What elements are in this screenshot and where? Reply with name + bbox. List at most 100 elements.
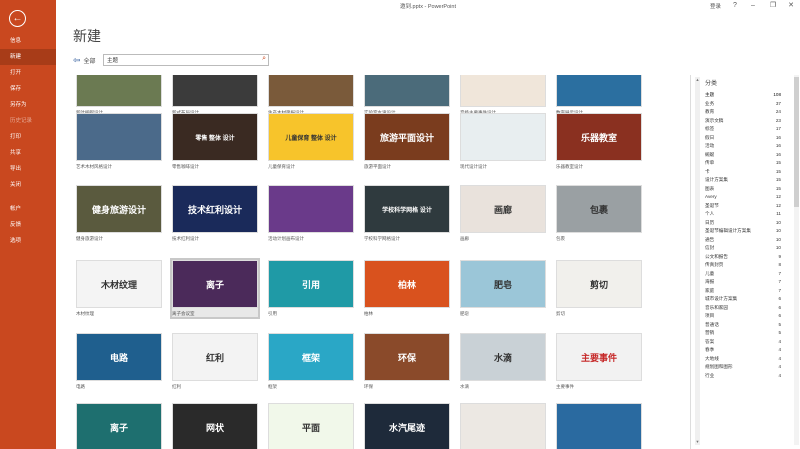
template-tile[interactable]: 艺术木材风格设计 xyxy=(76,113,162,170)
template-tile[interactable]: 健身旅游设计 健身旅游设计 xyxy=(76,185,162,242)
login-link[interactable]: 登录 xyxy=(710,2,721,10)
template-tile[interactable]: 柏林 柏林 xyxy=(364,260,450,317)
template-tile[interactable]: 肥皂 肥皂 xyxy=(460,260,546,317)
category-item[interactable]: Avery 12 xyxy=(705,194,781,203)
template-tile[interactable]: 框架 框架 xyxy=(268,333,354,390)
template-tile[interactable]: 引用 引用 xyxy=(268,260,354,317)
template-tile[interactable]: 电路 电路 xyxy=(76,333,162,390)
category-item[interactable]: 传真封页 8 xyxy=(705,262,781,271)
category-item[interactable]: 公文和报告 9 xyxy=(705,254,781,263)
template-tile[interactable]: 环保 环保 xyxy=(364,333,450,390)
template-tile[interactable]: 生产木材简报设计 xyxy=(268,75,354,116)
category-item[interactable]: 传单 15 xyxy=(705,160,781,169)
category-item[interactable]: 通告 10 xyxy=(705,237,781,246)
search-box[interactable]: ⌕ xyxy=(103,54,269,66)
template-tile[interactable]: 旅游平面设计 旅游平面设计 xyxy=(364,113,450,170)
category-item[interactable]: 普通话 5 xyxy=(705,322,781,331)
template-tile[interactable]: 离子 离子会议室 xyxy=(170,258,260,319)
sidebar-item[interactable]: 打开 xyxy=(0,65,56,81)
category-item[interactable]: 行业 4 xyxy=(705,373,781,382)
category-item[interactable]: 圣诞节 12 xyxy=(705,203,781,212)
category-item[interactable]: 营销 5 xyxy=(705,330,781,339)
template-tile[interactable]: 实验室水滴设计 xyxy=(364,75,450,116)
category-scrollbar[interactable]: ▲ ▼ xyxy=(695,77,700,445)
template-tile[interactable]: 红利 红利 xyxy=(172,333,258,390)
category-item[interactable]: 音乐和家园 6 xyxy=(705,305,781,314)
sidebar-item[interactable]: 打印 xyxy=(0,129,56,145)
search-input[interactable] xyxy=(104,55,250,65)
template-tile[interactable]: 水滴 水滴 xyxy=(460,333,546,390)
category-item[interactable]: 家庭 7 xyxy=(705,288,781,297)
category-count: 108 xyxy=(773,92,781,97)
template-tile[interactable]: 新叶蜿蜒设计 xyxy=(76,75,162,116)
back-icon[interactable]: ⇦ xyxy=(73,55,81,66)
all-templates-link[interactable]: 全部 xyxy=(84,56,96,65)
category-item[interactable]: 业务 37 xyxy=(705,101,781,110)
category-item[interactable]: 儿童 7 xyxy=(705,271,781,280)
sidebar-item[interactable]: 共享 xyxy=(0,145,56,161)
template-tile[interactable]: 乐器教室 乐器教室设计 xyxy=(556,113,642,170)
category-item[interactable]: 圣诞节编辑设计方案集 10 xyxy=(705,228,781,237)
sidebar-item[interactable]: 新建 xyxy=(0,49,56,65)
category-item[interactable]: 城市设计方案集 6 xyxy=(705,296,781,305)
template-tile[interactable]: 学校科学网格 设计 学校科学网格设计 xyxy=(364,185,450,242)
restore-icon[interactable]: ❐ xyxy=(766,1,780,11)
category-item[interactable]: 规划图和图形 4 xyxy=(705,364,781,373)
category-item[interactable]: 主题 108 xyxy=(705,92,781,101)
template-tile[interactable]: 数字展示设计 xyxy=(556,75,642,116)
sidebar-item[interactable]: 导出 xyxy=(0,161,56,177)
template-tile[interactable]: 零售 整体 设计 零售咖啡设计 xyxy=(172,113,258,170)
category-item[interactable]: 教育 24 xyxy=(705,109,781,118)
template-tile[interactable]: 平面 xyxy=(268,403,354,449)
template-tile[interactable]: 儿童保育 整体 设计 儿童保育设计 xyxy=(268,113,354,170)
template-tile[interactable]: 现代设计设计 xyxy=(460,113,546,170)
category-item[interactable]: 项目 6 xyxy=(705,313,781,322)
scroll-up-icon[interactable]: ▲ xyxy=(695,77,700,83)
sidebar-item[interactable]: 保存 xyxy=(0,81,56,97)
search-icon[interactable]: ⌕ xyxy=(262,55,266,63)
template-tile[interactable]: 画廊 画廊 xyxy=(460,185,546,242)
category-item[interactable]: 海报 7 xyxy=(705,279,781,288)
template-tile[interactable]: 活动计划画布设计 xyxy=(268,185,354,242)
sidebar-item[interactable]: 帐户 xyxy=(0,201,56,217)
template-tile[interactable]: 新式布局设计 xyxy=(172,75,258,116)
close-icon[interactable]: ✕ xyxy=(784,1,798,11)
minimize-icon[interactable]: – xyxy=(746,1,760,11)
category-item[interactable]: 答案 4 xyxy=(705,339,781,348)
back-arrow-icon[interactable]: ← xyxy=(9,10,26,27)
category-item[interactable]: 大地线 4 xyxy=(705,356,781,365)
scroll-down-icon[interactable]: ▼ xyxy=(695,439,700,445)
sidebar-item[interactable]: 另存为 xyxy=(0,97,56,113)
category-item[interactable]: 设计方案集 15 xyxy=(705,177,781,186)
template-tile[interactable]: 音扬主要事件设计 xyxy=(460,75,546,116)
sidebar-item[interactable]: 关闭 xyxy=(0,177,56,193)
template-tile[interactable]: 技术红利设计 技术红利设计 xyxy=(172,185,258,242)
category-item[interactable]: 日历 10 xyxy=(705,220,781,229)
sidebar-item[interactable]: 反馈 xyxy=(0,217,56,233)
template-tile[interactable]: 剪切 剪切 xyxy=(556,260,642,317)
template-tile[interactable]: 包裹 包裹 xyxy=(556,185,642,242)
template-tile[interactable]: 网状 xyxy=(172,403,258,449)
template-tile[interactable]: 水汽尾迹 xyxy=(364,403,450,449)
category-item[interactable]: 标签 17 xyxy=(705,126,781,135)
template-tile[interactable] xyxy=(460,403,546,449)
category-item[interactable]: 卡 15 xyxy=(705,169,781,178)
thumbnail-title: 离子 xyxy=(205,279,224,290)
category-item[interactable]: 蜿蜒 16 xyxy=(705,152,781,161)
sidebar-item[interactable]: 选项 xyxy=(0,233,56,249)
category-item[interactable]: 假日 16 xyxy=(705,135,781,144)
category-item[interactable]: 春季 4 xyxy=(705,347,781,356)
category-item[interactable]: 图表 15 xyxy=(705,186,781,195)
page-scrollbar[interactable] xyxy=(794,75,799,445)
category-item[interactable]: 个人 11 xyxy=(705,211,781,220)
help-icon[interactable]: ? xyxy=(728,1,742,11)
sidebar-item[interactable]: 信息 xyxy=(0,33,56,49)
template-tile[interactable]: 离子 xyxy=(76,403,162,449)
category-item[interactable]: 信封 10 xyxy=(705,245,781,254)
template-tile[interactable]: 木材纹理 木材纹理 xyxy=(76,260,162,317)
category-item[interactable]: 活动 16 xyxy=(705,143,781,152)
scroll-thumb[interactable] xyxy=(794,77,799,207)
category-item[interactable]: 演示文稿 23 xyxy=(705,118,781,127)
template-tile[interactable] xyxy=(556,403,642,449)
template-tile[interactable]: 主要事件 主要事件 xyxy=(556,333,642,390)
